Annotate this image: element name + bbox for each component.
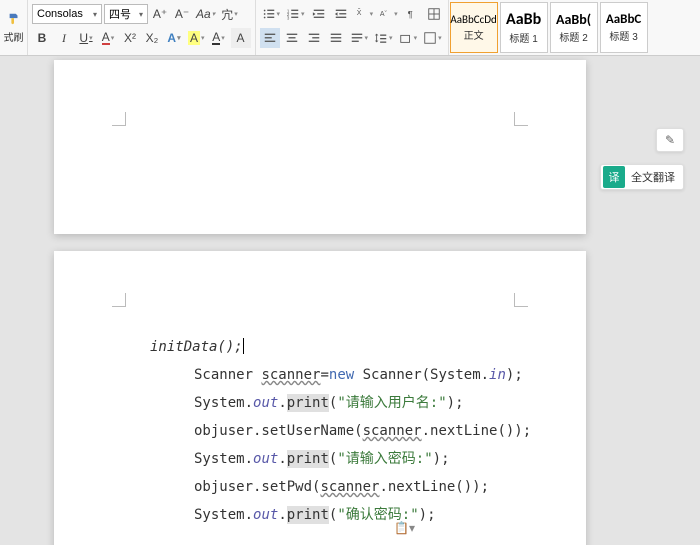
underline-button[interactable]: U (76, 28, 96, 48)
font-name-value: Consolas (37, 8, 83, 20)
crop-mark-icon (112, 293, 126, 307)
grow-font-button[interactable]: A⁺ (150, 4, 170, 24)
svg-text:¶: ¶ (407, 10, 412, 21)
code-content: initData(); Scanner scanner=new Scanner(… (150, 333, 531, 529)
align-left-button[interactable] (260, 28, 280, 48)
distribute-button[interactable] (348, 28, 371, 48)
text-effects-button[interactable]: A (164, 28, 184, 48)
style-heading3[interactable]: AaBbC 标题 3 (600, 2, 648, 53)
style-label: 标题 2 (559, 29, 587, 44)
chevron-down-icon: ▾ (93, 10, 97, 19)
svg-text:3: 3 (287, 15, 290, 20)
font-name-dropdown[interactable]: Consolas ▾ (32, 4, 102, 24)
bold-button[interactable]: B (32, 28, 52, 48)
italic-button[interactable]: I (54, 28, 74, 48)
style-sample: AaBb( (556, 11, 591, 28)
paste-options-icon[interactable]: 📋▾ (394, 521, 415, 535)
table-border-button[interactable] (421, 28, 444, 48)
crop-mark-icon (514, 112, 528, 126)
style-heading2[interactable]: AaBb( 标题 2 (550, 2, 598, 53)
font-group: Consolas ▾ 四号 ▾ A⁺ A⁻ Aa 宂 B I U A X² X₂ A… (28, 0, 256, 55)
borders-button[interactable] (424, 4, 444, 24)
page-prev[interactable] (54, 60, 586, 234)
document-area: initData(); Scanner scanner=new Scanner(… (0, 56, 700, 545)
format-painter-icon (7, 12, 21, 29)
crop-mark-icon (112, 112, 126, 126)
style-sample: AaBb (506, 10, 541, 29)
code-line: objuser.setUserName(scanner.nextLine()); (150, 417, 531, 445)
style-label: 标题 3 (609, 28, 637, 43)
style-heading1[interactable]: AaBb 标题 1 (500, 2, 548, 53)
font-size-value: 四号 (109, 6, 131, 22)
increase-indent-button[interactable] (331, 4, 351, 24)
translate-label: 全文翻译 (631, 169, 675, 185)
phonetic-button[interactable]: 宂 (219, 4, 240, 24)
bullets-button[interactable] (260, 4, 283, 24)
code-line: System.out.print("确认密码:"); (150, 501, 531, 529)
align-justify-button[interactable] (326, 28, 346, 48)
note-icon: ✎ (665, 133, 675, 147)
text-cursor-icon (243, 338, 244, 354)
code-line: System.out.print("请输入用户名:"); (150, 389, 531, 417)
superscript-button[interactable]: X² (120, 28, 140, 48)
code-line: objuser.setPwd(scanner.nextLine()); (150, 473, 531, 501)
translate-icon: 译 (603, 166, 625, 188)
style-label: 正文 (464, 27, 484, 42)
crop-mark-icon (514, 293, 528, 307)
font-color-a-button[interactable]: A (98, 28, 118, 48)
styles-gallery: AaBbCcDd 正文 AaBb 标题 1 AaBb( 标题 2 AaBbC 标… (449, 0, 649, 55)
style-sample: AaBbC (606, 12, 641, 27)
font-size-dropdown[interactable]: 四号 ▾ (104, 4, 148, 24)
change-case-button[interactable]: Aa (194, 4, 217, 24)
line-spacing-button[interactable] (372, 28, 395, 48)
sort-button[interactable]: X̌ (353, 4, 376, 24)
ribbon-toolbar: 式刷 Consolas ▾ 四号 ▾ A⁺ A⁻ Aa 宂 B I U A X² X… (0, 0, 700, 56)
code-line: Scanner scanner=new Scanner(System.in); (150, 361, 531, 389)
format-painter-group[interactable]: 式刷 (0, 0, 28, 55)
chevron-down-icon: ▾ (139, 10, 143, 19)
notes-button[interactable]: ✎ (656, 128, 684, 152)
shading-button[interactable] (397, 28, 420, 48)
right-float-panel: ✎ 译 全文翻译 (600, 128, 684, 190)
decrease-indent-button[interactable] (309, 4, 329, 24)
shrink-font-button[interactable]: A⁻ (172, 4, 192, 24)
show-marks-button[interactable]: ¶ (402, 4, 422, 24)
svg-text:X̌: X̌ (356, 9, 361, 17)
align-right-button[interactable] (304, 28, 324, 48)
svg-text:Aˇ: Aˇ (380, 11, 388, 18)
full-translate-button[interactable]: 译 全文翻译 (600, 164, 684, 190)
style-label: 标题 1 (509, 30, 537, 45)
highlight-button[interactable]: A (186, 28, 207, 48)
code-line: initData(); (150, 333, 531, 361)
clear-format-button[interactable]: A (231, 28, 251, 48)
paragraph-group: 123 X̌ Aˇ ¶ (256, 0, 449, 55)
page-current[interactable]: initData(); Scanner scanner=new Scanner(… (54, 251, 586, 545)
asian-layout-button[interactable]: Aˇ (377, 4, 400, 24)
code-line: System.out.print("请输入密码:"); (150, 445, 531, 473)
align-center-button[interactable] (282, 28, 302, 48)
format-painter-label: 式刷 (4, 29, 24, 44)
style-sample: AaBbCcDd (450, 13, 496, 26)
numbering-button[interactable]: 123 (284, 4, 307, 24)
font-color-b-button[interactable]: A (209, 28, 229, 48)
style-normal[interactable]: AaBbCcDd 正文 (450, 2, 498, 53)
subscript-button[interactable]: X₂ (142, 28, 162, 48)
